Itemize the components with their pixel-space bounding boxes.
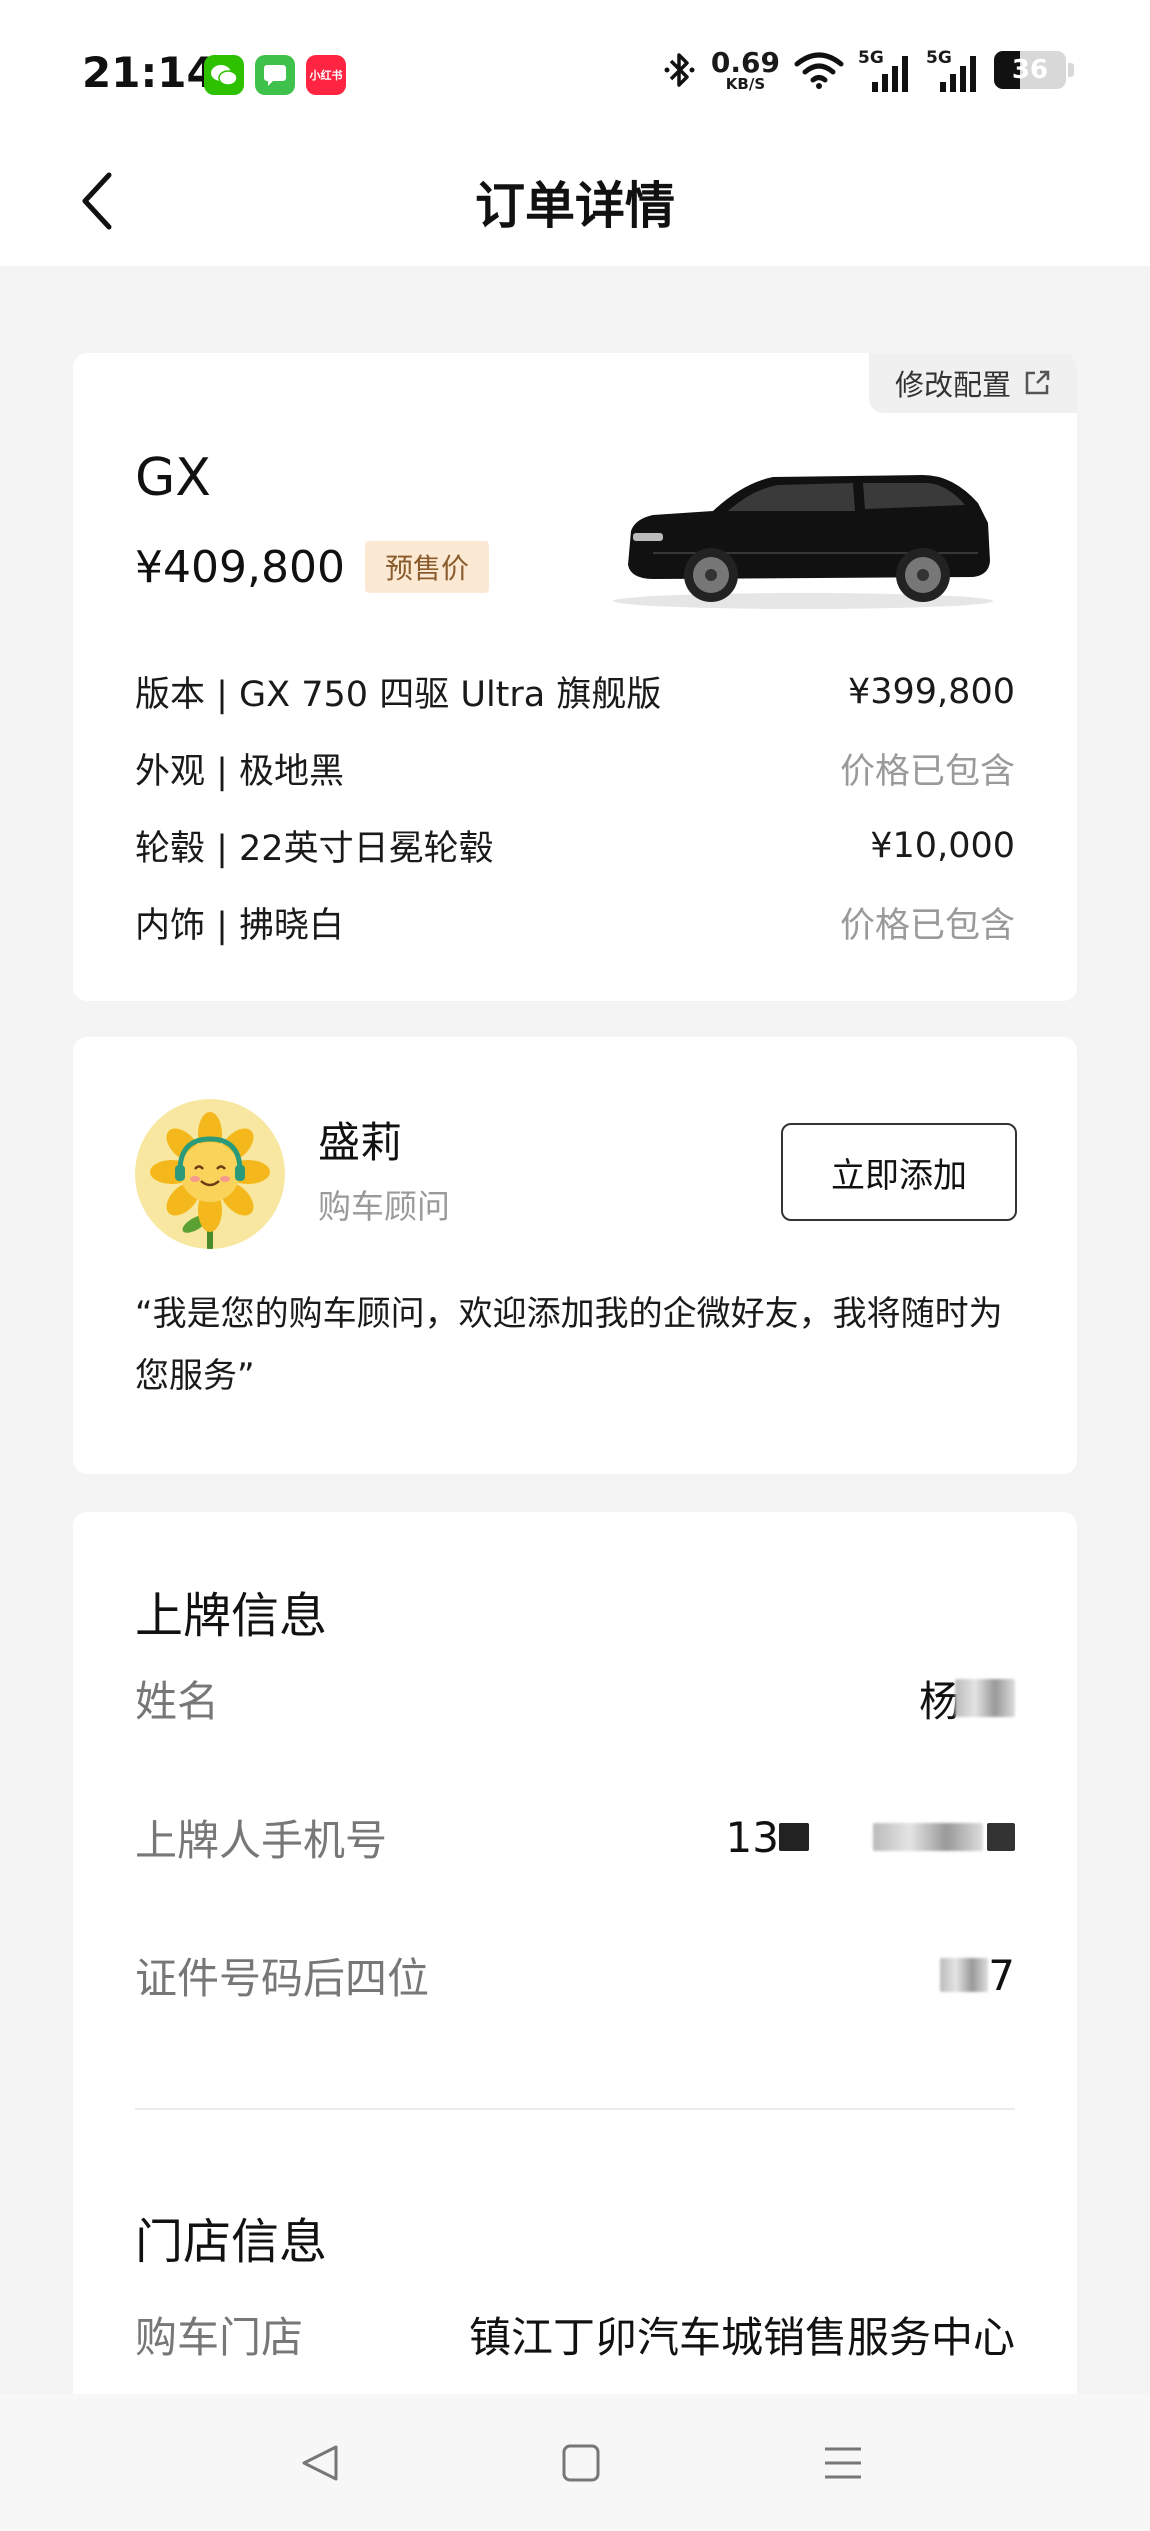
xiaohongshu-icon: 小红书: [306, 55, 346, 95]
battery-level: 36: [1011, 55, 1049, 85]
advisor-name: 盛莉: [318, 1118, 403, 1167]
avatar: [135, 1099, 285, 1249]
info-row-store: 购车门店 镇江丁卯汽车城销售服务中心: [135, 2304, 1015, 2364]
masked-text: [987, 1823, 1015, 1851]
spec-value: ¥399,800: [847, 671, 1015, 712]
info-row-phone: 上牌人手机号 13: [135, 1807, 1015, 1867]
square-home-icon: [562, 2444, 600, 2482]
cell-signal-1: 5G: [858, 48, 912, 92]
cell-signal-2: 5G: [926, 48, 980, 92]
info-row-id: 证件号码后四位 7: [135, 1945, 1015, 2005]
status-indicators: 0.69 KB/S 5G 5G 36: [663, 48, 1074, 92]
nav-home-button[interactable]: [548, 2430, 614, 2496]
model-name: GX: [135, 448, 211, 508]
nav-menu-button[interactable]: [810, 2430, 876, 2496]
page-title: 订单详情: [475, 177, 675, 235]
network-speed-unit: KB/S: [725, 74, 766, 93]
info-row-name: 姓名 杨: [135, 1668, 1015, 1728]
sales-advisor-card: 盛莉 购车顾问 立即添加 “我是您的购车顾问，欢迎添加我的企微好友，我将随时为您…: [73, 1037, 1077, 1474]
id-value: 7: [940, 1951, 1015, 2000]
phone-value-visible: 13: [725, 1812, 779, 1862]
bluetooth-icon: [664, 53, 695, 87]
store-section-title: 门店信息: [135, 2214, 328, 2270]
status-bar: 21:14 小红书 0.69 KB/S 5G 5G 36: [0, 0, 1150, 140]
order-config-card: 修改配置 GX ¥409,800 预售价 版本 | GX 750 四驱 Ultr…: [73, 353, 1077, 1001]
name-value: 杨: [919, 1668, 1015, 1729]
spec-value: 价格已包含: [839, 752, 1015, 792]
page-header: 订单详情: [0, 140, 1150, 266]
presale-price-tag: 预售价: [364, 541, 489, 593]
store-value: 镇江丁卯汽车城销售服务中心: [468, 2312, 1015, 2362]
spec-label: 外观 | 极地黑: [135, 752, 345, 792]
phone-value: 13: [726, 1813, 1015, 1862]
spec-value: ¥10,000: [870, 825, 1015, 866]
spec-label: 轮毂 | 22英寸日冕轮毂: [135, 829, 494, 869]
car-image: [613, 475, 993, 609]
wifi-icon: [794, 52, 844, 89]
battery-icon: 36: [994, 51, 1066, 89]
spec-row-wheels: 轮毂 | 22英寸日冕轮毂 ¥10,000: [135, 807, 1015, 884]
advisor-quote: “我是您的购车顾问，欢迎添加我的企微好友，我将随时为您服务”: [135, 1294, 1003, 1396]
menu-icon: [825, 2447, 861, 2479]
triangle-back-icon: [302, 2445, 338, 2481]
system-nav-bar: [0, 2394, 1150, 2531]
store-label: 购车门店: [135, 2312, 304, 2362]
signal-bars-icon: [872, 56, 908, 92]
registration-section-title: 上牌信息: [135, 1588, 328, 1644]
status-time: 21:14: [82, 48, 216, 97]
registration-info-card: 上牌信息 姓名 杨 上牌人手机号 13 证件号码后四位 7 门店信息 购车门店 …: [73, 1512, 1077, 2531]
modify-config-button[interactable]: 修改配置: [868, 353, 1077, 413]
spec-row-exterior: 外观 | 极地黑 价格已包含: [135, 730, 1015, 807]
price-row: ¥409,800 预售价: [135, 541, 489, 593]
spec-row-version: 版本 | GX 750 四驱 Ultra 旗舰版 ¥399,800: [135, 653, 1015, 730]
masked-text: [955, 1679, 1015, 1717]
wechat-icon: [204, 55, 244, 95]
advisor-role: 购车顾问: [318, 1187, 450, 1226]
add-advisor-button[interactable]: 立即添加: [781, 1123, 1017, 1221]
nav-back-button[interactable]: [287, 2430, 353, 2496]
signal-bars-icon: [940, 56, 976, 92]
spec-value: 价格已包含: [839, 906, 1015, 946]
phone-label: 上牌人手机号: [135, 1815, 388, 1865]
total-price: ¥409,800: [135, 541, 345, 593]
messages-icon: [255, 55, 295, 95]
modify-config-label: 修改配置: [894, 368, 1011, 402]
network-speed-value: 0.69: [710, 45, 780, 79]
section-divider: [135, 2108, 1015, 2110]
spec-list: 版本 | GX 750 四驱 Ultra 旗舰版 ¥399,800 外观 | 极…: [135, 653, 1015, 961]
spec-row-interior: 内饰 | 拂晓白 价格已包含: [135, 884, 1015, 961]
spec-label: 版本 | GX 750 四驱 Ultra 旗舰版: [135, 675, 662, 715]
id-label: 证件号码后四位: [135, 1953, 430, 2003]
external-link-icon: [1025, 370, 1050, 395]
notification-icons: 小红书: [204, 55, 346, 95]
name-label: 姓名: [135, 1676, 220, 1726]
id-value-visible: 7: [988, 1950, 1015, 2000]
masked-text: [779, 1823, 809, 1851]
spec-label: 内饰 | 拂晓白: [135, 906, 345, 946]
battery-tip: [1068, 63, 1074, 77]
masked-text: [873, 1823, 983, 1851]
network-speed: 0.69 KB/S: [710, 45, 780, 93]
masked-text: [940, 1958, 989, 1992]
